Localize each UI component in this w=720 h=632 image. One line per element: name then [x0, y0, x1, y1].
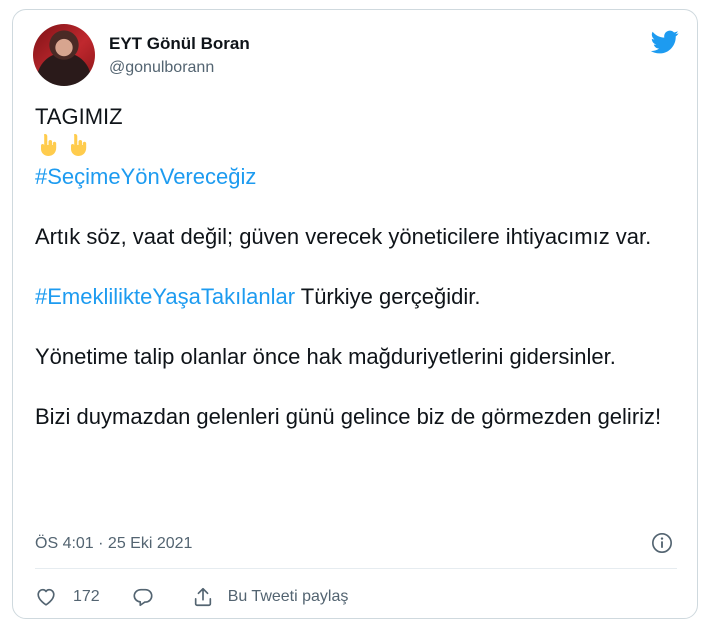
hashtag-emeklilikte-yasa-takilanlar[interactable]: #EmeklilikteYaşaTakılanlar: [35, 284, 295, 309]
tweet-line-tag: TAGIMIZ: [35, 104, 123, 129]
tweet-paragraph-2: Artık söz, vaat değil; güven verecek yön…: [35, 224, 652, 249]
tweet-text: TAGIMIZ #SeçimeYönVereceğiz Artık söz, v…: [35, 102, 685, 432]
share-label: Bu Tweeti paylaş: [227, 588, 349, 605]
twitter-bird-icon[interactable]: [649, 28, 681, 56]
author-handle[interactable]: @gonulborann: [109, 59, 214, 77]
pointing-down-emoji: [71, 134, 87, 156]
tweet-card: EYT Gönül Boran @gonulborann TAGIMIZ #Se…: [12, 9, 698, 619]
info-icon[interactable]: [651, 532, 673, 554]
pointing-down-emoji: [41, 134, 57, 156]
emoji-row: [35, 132, 685, 162]
tweet-paragraph-5: Bizi duymazdan gelenleri günü gelince bi…: [35, 404, 662, 429]
author-display-name[interactable]: EYT Gönül Boran: [109, 34, 250, 54]
reply-button[interactable]: [132, 586, 154, 608]
tweet-paragraph-4: Yönetime talip olanlar önce hak mağduriy…: [35, 344, 616, 369]
heart-icon: [37, 588, 55, 606]
avatar[interactable]: [33, 24, 95, 86]
like-button[interactable]: 172: [35, 586, 100, 608]
reply-icon: [133, 588, 153, 607]
tweet-timestamp[interactable]: ÖS 4:01 · 25 Eki 2021: [35, 535, 192, 553]
hashtag-secime-yon-verecegiz[interactable]: #SeçimeYönVereceğiz: [35, 164, 256, 189]
share-icon: [194, 587, 211, 607]
divider: [35, 568, 677, 569]
tweet-actions: 172 Bu Tweeti paylaş: [35, 582, 348, 612]
tweet-paragraph-3-suffix: Türkiye gerçeğidir.: [295, 284, 481, 309]
share-button[interactable]: Bu Tweeti paylaş: [192, 586, 349, 608]
tweet-paragraph-3: #EmeklilikteYaşaTakılanlar Türkiye gerçe…: [35, 282, 685, 312]
like-count: 172: [73, 588, 100, 605]
